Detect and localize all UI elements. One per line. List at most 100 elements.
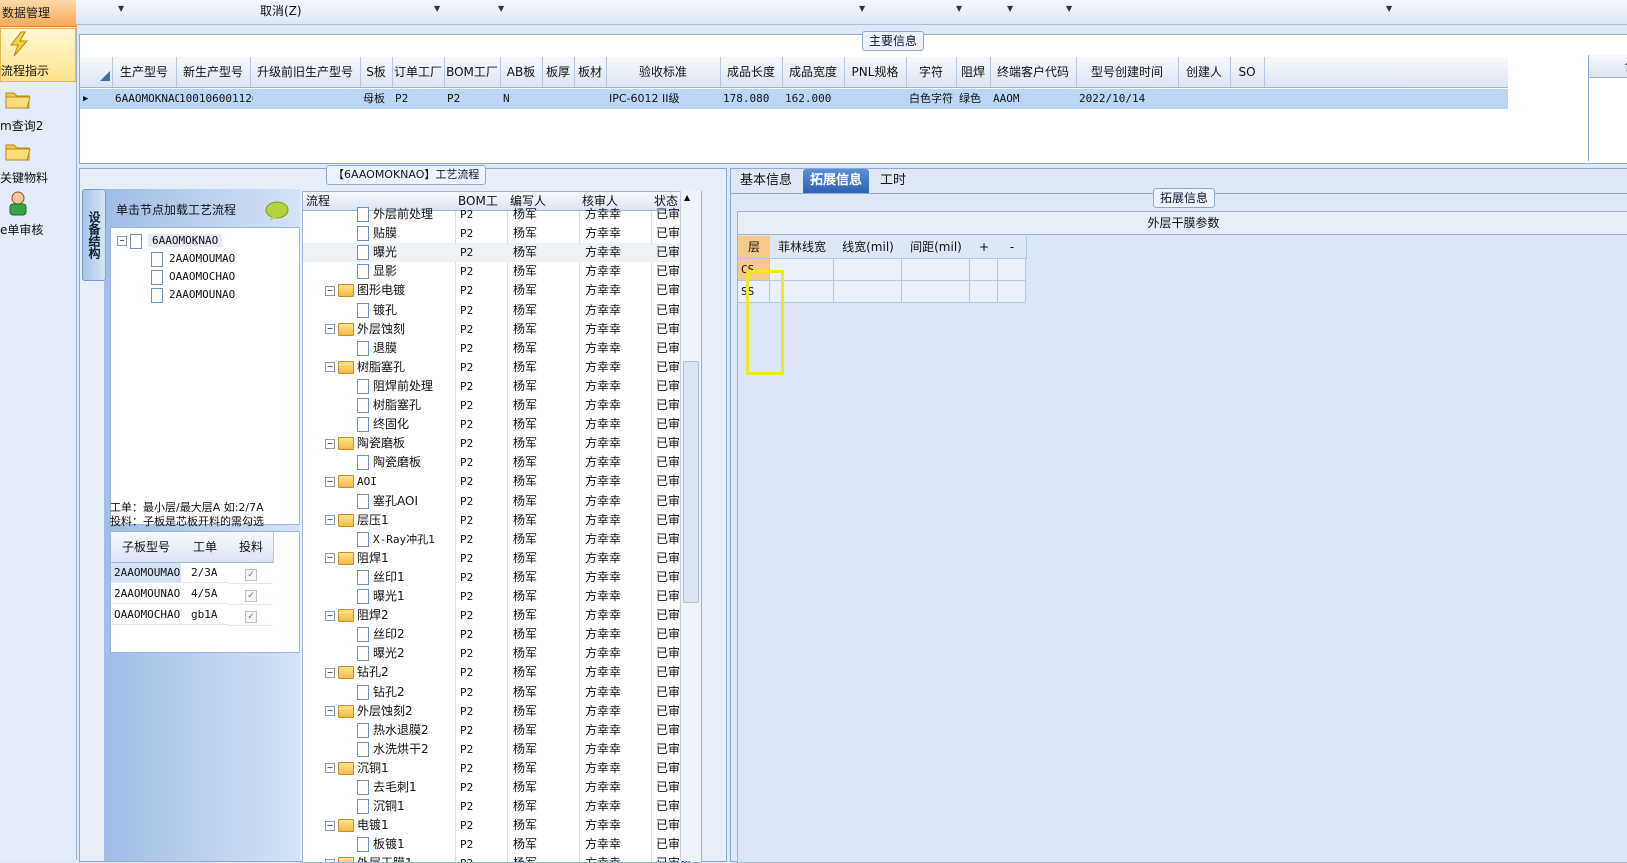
flow-row[interactable]: −外层干膜1P2杨军方幸幸已审核 — [303, 854, 701, 862]
nav-item-review[interactable]: e单审核 — [0, 188, 74, 240]
column-header-9[interactable]: 验收标准 — [606, 57, 721, 87]
flow-row[interactable]: 镀孔 P2 杨军 方幸幸 已审核 — [303, 301, 701, 320]
collapse-toggle-icon[interactable]: − — [325, 820, 335, 831]
tab-basic-info[interactable]: 基本信息 — [733, 169, 799, 193]
dropdown-arrow-icon[interactable]: ▼ — [1386, 4, 1392, 13]
collapse-toggle-icon[interactable]: − — [325, 706, 335, 717]
flow-row[interactable]: 显影 P2 杨军 方幸幸 已审核 — [303, 262, 701, 281]
collapse-toggle-icon[interactable]: − — [325, 610, 335, 621]
collapse-toggle-icon[interactable]: − — [325, 667, 335, 678]
flow-row[interactable]: 热水退膜2 P2 杨军 方幸幸 已审核 — [303, 721, 701, 740]
cell-7[interactable] — [542, 89, 577, 109]
param-column-header[interactable]: 层 — [738, 236, 771, 259]
sub-cell-order[interactable]: 4/5A — [181, 584, 229, 604]
column-header-3[interactable]: S板 — [360, 57, 393, 87]
dropdown-arrow-icon[interactable]: ▼ — [118, 4, 124, 13]
cell-6[interactable]: N — [500, 89, 545, 109]
collapse-toggle-icon[interactable]: − — [325, 285, 335, 296]
cell-15[interactable]: AAOM — [990, 89, 1079, 109]
collapse-toggle-icon[interactable]: − — [325, 324, 335, 335]
cell-9[interactable]: IPC-6012 II级 — [606, 89, 723, 109]
flow-row[interactable]: 退膜 P2 杨军 方幸幸 已审核 — [303, 339, 701, 358]
flow-row[interactable]: − 外层蚀刻2 P2 杨军 方幸幸 已审核 — [303, 702, 701, 721]
cell-12[interactable] — [844, 89, 909, 109]
column-header-14[interactable]: 阻焊 — [956, 57, 991, 87]
sub-cell-feed[interactable]: ✓ — [229, 563, 273, 584]
sub-cell-model[interactable]: OAAOMOCHAO — [111, 605, 181, 625]
cell-14[interactable]: 绿色 — [956, 89, 993, 109]
param-column-header[interactable]: 菲林线宽 — [770, 236, 835, 259]
column-header-13[interactable]: 字符 — [906, 57, 957, 87]
flow-row[interactable]: 阻焊前处理 P2 杨军 方幸幸 已审核 — [303, 377, 701, 396]
column-header-7[interactable]: 板厚 — [542, 57, 575, 87]
flow-row[interactable]: 钻孔2 P2 杨军 方幸幸 已审核 — [303, 683, 701, 702]
cell-1[interactable]: 10010600112667 — [176, 89, 253, 109]
sub-cell-model[interactable]: 2AAOMOUNAO — [111, 584, 181, 604]
sub-column-header[interactable]: 投料 — [229, 532, 274, 563]
column-header-4[interactable]: 订单工厂 — [392, 57, 445, 87]
cell-3[interactable]: 母板 — [360, 89, 395, 109]
cell-18[interactable] — [1230, 89, 1267, 109]
column-header-8[interactable]: 板材 — [574, 57, 607, 87]
flow-row[interactable]: 曝光2 P2 杨军 方幸幸 已审核 — [303, 644, 701, 663]
cell-10[interactable]: 178.080 — [720, 89, 785, 109]
flow-row[interactable]: 塞孔AOI P2 杨军 方幸幸 已审核 — [303, 492, 701, 511]
flow-row[interactable]: − 阻焊1 P2 杨军 方幸幸 已审核 — [303, 549, 701, 568]
column-header-5[interactable]: BOM工厂 — [444, 57, 501, 87]
cell-4[interactable]: P2 — [392, 89, 447, 109]
param-cell[interactable] — [834, 259, 902, 281]
column-header-15[interactable]: 终端客户代码 — [990, 57, 1077, 87]
collapse-toggle-icon[interactable]: − — [117, 236, 127, 246]
flow-row[interactable]: X-Ray冲孔1 P2 杨军 方幸幸 已审核 — [303, 530, 701, 549]
dropdown-arrow-icon[interactable]: ▼ — [434, 4, 440, 13]
sub-cell-order[interactable]: 2/3A — [181, 563, 229, 583]
flow-row[interactable]: 丝印2 P2 杨军 方幸幸 已审核 — [303, 625, 701, 644]
flow-row[interactable]: 去毛刺1 P2 杨军 方幸幸 已审核 — [303, 778, 701, 797]
nav-item-query[interactable]: m查询2 — [0, 84, 74, 136]
checkbox[interactable]: ✓ — [245, 569, 257, 581]
flow-row[interactable]: − 层压1 P2 杨军 方幸幸 已审核 — [303, 511, 701, 530]
flow-row[interactable]: 贴膜 P2 杨军 方幸幸 已审核 — [303, 224, 701, 243]
column-header-2[interactable]: 升级前旧生产型号 — [250, 57, 361, 87]
param-cell[interactable] — [998, 259, 1026, 281]
collapse-toggle-icon[interactable]: − — [325, 438, 335, 449]
nav-item-flow[interactable]: 流程指示 — [0, 28, 76, 82]
flow-row[interactable]: − 电镀1 P2 杨军 方幸幸 已审核 — [303, 816, 701, 835]
column-header-0[interactable]: 生产型号 — [112, 57, 177, 87]
flow-row[interactable]: 陶瓷磨板 P2 杨军 方幸幸 已审核 — [303, 453, 701, 472]
flow-row[interactable]: 外层前处理 P2 杨军 方幸幸 已审核 — [303, 205, 701, 224]
param-cell[interactable] — [970, 259, 998, 281]
param-cell[interactable] — [902, 281, 970, 303]
flow-row[interactable]: − AOI P2 杨军 方幸幸 已审核 — [303, 472, 701, 491]
dropdown-arrow-icon[interactable]: ▼ — [956, 4, 962, 13]
collapse-toggle-icon[interactable]: − — [325, 763, 335, 774]
param-cell[interactable] — [998, 281, 1026, 303]
column-header-6[interactable]: AB板 — [500, 57, 543, 87]
column-header-18[interactable]: SO — [1230, 57, 1265, 87]
sub-cell-model[interactable]: 2AAOMOUMAO — [111, 563, 181, 583]
nav-header[interactable]: 数据管理 — [0, 0, 76, 27]
flow-row[interactable]: 树脂塞孔 P2 杨军 方幸幸 已审核 — [303, 396, 701, 415]
tab-equipment-structure[interactable]: 设备结构 — [82, 189, 106, 281]
sub-column-header[interactable]: 子板型号 — [111, 532, 182, 563]
flow-row[interactable]: − 阻焊2 P2 杨军 方幸幸 已审核 — [303, 606, 701, 625]
flow-row[interactable]: − 图形电镀 P2 杨军 方幸幸 已审核 — [303, 281, 701, 300]
dropdown-arrow-icon[interactable]: ▼ — [1007, 4, 1013, 13]
collapse-toggle-icon[interactable]: − — [325, 515, 335, 526]
sub-cell-order[interactable]: gb1A — [181, 605, 229, 625]
collapse-toggle-icon[interactable]: − — [325, 553, 335, 564]
main-grid-row[interactable]: ▶ 6AAOMOKNAO10010600112667母板P2P2NIPC-601… — [80, 89, 1508, 109]
flow-row[interactable]: 板镀1 P2 杨军 方幸幸 已审核 — [303, 835, 701, 854]
cell-17[interactable] — [1178, 89, 1233, 109]
tree-node-child[interactable]: OAAOMOCHAO — [151, 268, 235, 286]
flow-row[interactable]: 曝光1 P2 杨军 方幸幸 已审核 — [303, 587, 701, 606]
tab-ext-info[interactable]: 拓展信息 — [803, 169, 870, 193]
scroll-thumb[interactable] — [683, 361, 699, 603]
flow-row[interactable]: − 陶瓷磨板 P2 杨军 方幸幸 已审核 — [303, 434, 701, 453]
flow-row[interactable]: 曝光 P2 杨军 方幸幸 已审核 — [303, 243, 701, 263]
cell-2[interactable] — [250, 89, 363, 109]
collapse-toggle-icon[interactable]: − — [325, 476, 335, 487]
tree-node-child[interactable]: 2AAOMOUMAO — [151, 250, 235, 268]
cell-13[interactable]: 白色字符 — [906, 89, 959, 109]
column-header-12[interactable]: PNL规格 — [844, 57, 907, 87]
